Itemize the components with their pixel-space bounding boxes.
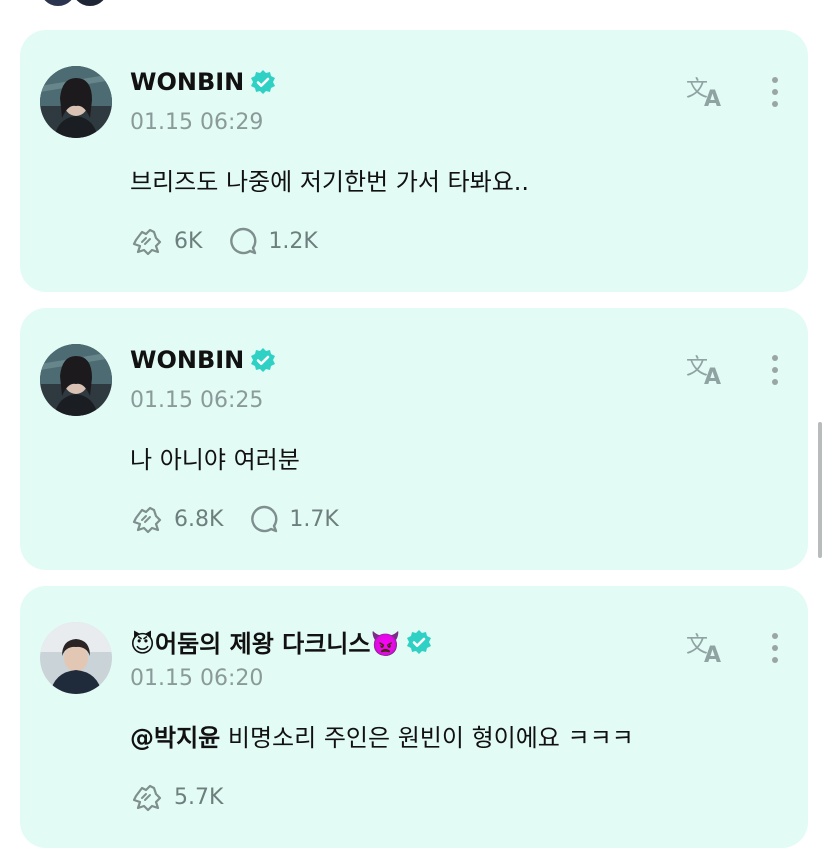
- more-options-icon[interactable]: [768, 352, 782, 388]
- post-text: @박지윤 비명소리 주인은 원빈이 형이에요 ㅋㅋㅋ: [130, 718, 634, 753]
- reaction-stat[interactable]: 6.8K: [130, 504, 223, 534]
- reaction-stat[interactable]: 5.7K: [130, 782, 223, 812]
- post-card[interactable]: WONBIN 01.15 06:25 나 아니야 여러분 6.8K 1.7K 文…: [20, 308, 808, 570]
- verified-badge-icon: [250, 69, 276, 95]
- post-stats: 6K 1.2K: [130, 226, 318, 256]
- post-timestamp: 01.15 06:20: [130, 666, 264, 691]
- post-text-body: 비명소리 주인은 원빈이 형이에요 ㅋㅋㅋ: [220, 724, 634, 752]
- author-avatar[interactable]: [40, 622, 112, 694]
- verified-badge-icon: [406, 629, 432, 655]
- post-timestamp: 01.15 06:29: [130, 110, 264, 135]
- reaction-icon: [132, 784, 162, 812]
- svg-text:A: A: [704, 87, 721, 110]
- author-name[interactable]: WONBIN: [130, 68, 244, 96]
- svg-text:A: A: [704, 643, 721, 666]
- mention-link[interactable]: @박지윤: [130, 724, 220, 752]
- comment-stat[interactable]: 1.7K: [249, 504, 339, 534]
- avatar: [38, 0, 78, 8]
- author-name[interactable]: WONBIN: [130, 346, 244, 374]
- reaction-stat[interactable]: 6K: [130, 226, 202, 256]
- feed: WONBIN 01.15 06:29 브리즈도 나중에 저기한번 가서 타봐요.…: [0, 0, 828, 859]
- reaction-count: 6.8K: [174, 506, 224, 532]
- avatar: [70, 0, 110, 8]
- svg-text:A: A: [704, 365, 721, 388]
- previous-post-avatars: [38, 0, 110, 8]
- reaction-count: 5.7K: [174, 784, 224, 810]
- reaction-icon: [132, 506, 162, 534]
- post-stats: 6.8K 1.7K: [130, 504, 339, 534]
- post-text: 브리즈도 나중에 저기한번 가서 타봐요..: [130, 168, 530, 196]
- reaction-icon: [132, 228, 162, 256]
- translate-icon[interactable]: 文 A: [686, 352, 726, 388]
- post-text: 나 아니야 여러분: [130, 446, 300, 474]
- comment-icon: [230, 227, 257, 255]
- comment-stat[interactable]: 1.2K: [228, 226, 318, 256]
- post-card[interactable]: 😈어둠의 제왕 다크니스👿 01.15 06:20 @박지윤 비명소리 주인은 …: [20, 586, 808, 848]
- reaction-count: 6K: [174, 228, 203, 254]
- comment-icon: [251, 505, 278, 533]
- comment-count: 1.2K: [268, 228, 318, 254]
- translate-icon[interactable]: 文 A: [686, 74, 726, 110]
- author-name[interactable]: 😈어둠의 제왕 다크니스👿: [130, 624, 400, 659]
- comment-count: 1.7K: [289, 506, 339, 532]
- post-stats: 5.7K: [130, 782, 223, 812]
- translate-icon[interactable]: 文 A: [686, 630, 726, 666]
- author-avatar[interactable]: [40, 66, 112, 138]
- scrollbar[interactable]: [818, 422, 822, 558]
- post-card[interactable]: WONBIN 01.15 06:29 브리즈도 나중에 저기한번 가서 타봐요.…: [20, 30, 808, 292]
- author-avatar[interactable]: [40, 344, 112, 416]
- verified-badge-icon: [250, 347, 276, 373]
- more-options-icon[interactable]: [768, 74, 782, 110]
- post-timestamp: 01.15 06:25: [130, 388, 264, 413]
- more-options-icon[interactable]: [768, 630, 782, 666]
